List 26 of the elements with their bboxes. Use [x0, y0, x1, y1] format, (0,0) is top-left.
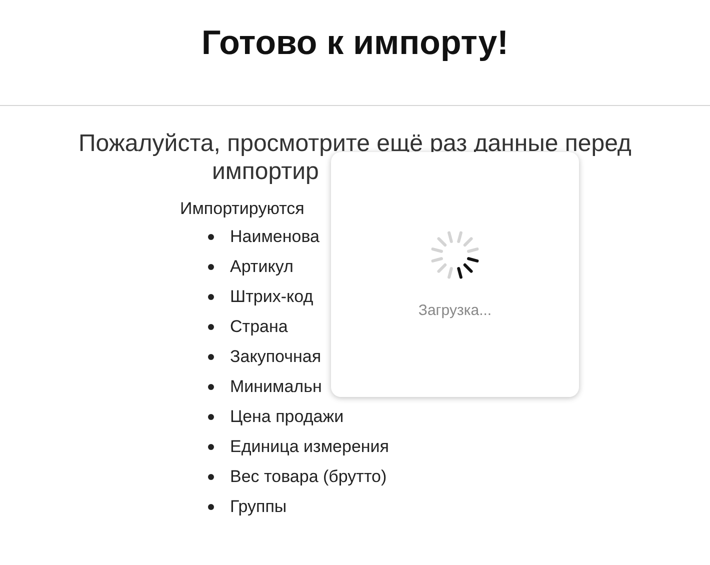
field-name: Закупочная: [230, 347, 322, 367]
field-name: Штрих-код: [230, 287, 314, 307]
field-name: Цена продажи: [230, 407, 344, 427]
loading-text: Загрузка...: [418, 302, 492, 319]
bullet-icon: [208, 384, 214, 390]
bullet-icon: [208, 234, 214, 240]
fields-label: Импортируются: [180, 198, 304, 220]
field-name: Единица измерения: [230, 437, 389, 457]
bullet-icon: [208, 294, 214, 300]
bullet-icon: [208, 324, 214, 330]
field-name: Наименова: [230, 227, 320, 247]
field-name: Группы: [230, 497, 287, 517]
bullet-icon: [208, 444, 214, 450]
bullet-icon: [208, 504, 214, 510]
spinner-icon: [430, 230, 480, 280]
field-name: Вес товара (брутто): [230, 467, 387, 487]
field-name: Артикул: [230, 257, 294, 277]
page-title: Готово к импорту!: [201, 24, 508, 64]
intro-text: Пожалуйста, просмотрите ещё раз данные перед: [78, 130, 632, 158]
bullet-icon: [208, 474, 214, 480]
bullet-icon: [208, 264, 214, 270]
intro-text: импортир: [212, 158, 319, 186]
field-name: Страна: [230, 317, 288, 337]
bullet-icon: [208, 414, 214, 420]
bullet-icon: [208, 354, 214, 360]
field-name: Минимальн: [230, 377, 322, 397]
